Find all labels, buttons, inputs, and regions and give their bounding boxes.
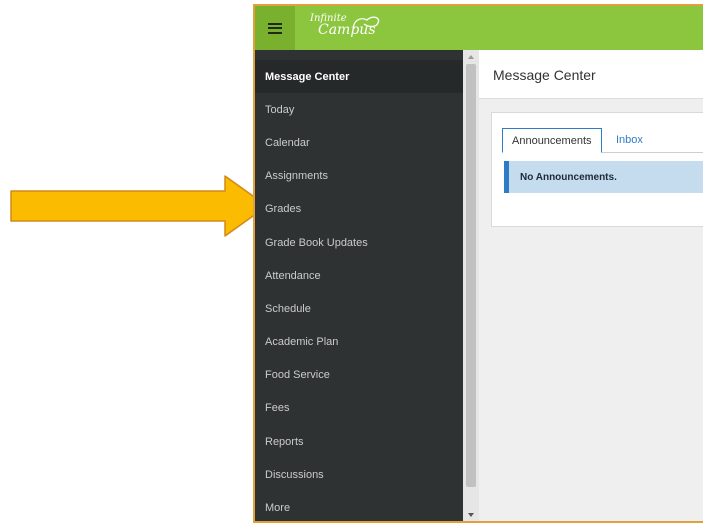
sidebar-item-attendance[interactable]: Attendance xyxy=(255,259,463,292)
sidebar-item-label: Attendance xyxy=(265,269,321,282)
sidebar-item-label: Message Center xyxy=(265,70,350,83)
sidebar-item-label: Food Service xyxy=(265,369,330,382)
menu-toggle-button[interactable] xyxy=(255,6,295,50)
announcements-card: Announcements Inbox No Announcements. xyxy=(491,112,703,227)
sidebar-item-grade-book-updates[interactable]: Grade Book Updates xyxy=(255,226,463,259)
scroll-down-arrow-icon[interactable] xyxy=(468,513,474,517)
sidebar-item-food-service[interactable]: Food Service xyxy=(255,359,463,392)
sidebar-item-calendar[interactable]: Calendar xyxy=(255,126,463,159)
no-announcements-notice: No Announcements. xyxy=(504,161,703,193)
sidebar-item-academic-plan[interactable]: Academic Plan xyxy=(255,326,463,359)
sidebar-item-label: Today xyxy=(265,103,295,116)
sidebar-item-label: Schedule xyxy=(265,302,311,315)
sidebar-item-label: Academic Plan xyxy=(265,336,339,349)
sidebar-nav: Message Center Today Calendar Assignment… xyxy=(255,60,463,521)
sidebar-item-discussions[interactable]: Discussions xyxy=(255,458,463,491)
sidebar-item-grades[interactable]: Grades xyxy=(255,193,463,226)
top-bar: Infinite Campus xyxy=(255,6,703,50)
sidebar-item-label: Discussions xyxy=(265,468,324,481)
logo-swoosh-icon xyxy=(353,16,380,30)
sidebar-item-message-center[interactable]: Message Center xyxy=(255,60,463,94)
sidebar-item-label: Fees xyxy=(265,402,290,415)
scroll-up-arrow-icon[interactable] xyxy=(468,55,474,59)
sidebar-item-today[interactable]: Today xyxy=(255,93,463,126)
annotation-arrow-icon xyxy=(10,175,268,237)
sidebar-item-label: Assignments xyxy=(265,170,328,183)
sidebar-item-reports[interactable]: Reports xyxy=(255,425,463,458)
infinite-campus-logo: Infinite Campus xyxy=(310,14,380,37)
sidebar-item-label: More xyxy=(265,502,291,515)
hamburger-icon xyxy=(268,22,282,34)
main-content: Message Center Announcements Inbox No An… xyxy=(479,50,703,521)
sidebar-item-label: Calendar xyxy=(265,136,310,149)
sidebar-item-more[interactable]: More xyxy=(255,491,463,521)
tab-announcements[interactable]: Announcements xyxy=(502,128,602,153)
sidebar-item-label: Grade Book Updates xyxy=(265,236,368,249)
sidebar-item-label: Reports xyxy=(265,435,304,448)
app-window: Infinite Campus Message Center Today Cal… xyxy=(253,4,703,523)
sidebar: Message Center Today Calendar Assignment… xyxy=(255,50,463,521)
tab-bar: Announcements Inbox xyxy=(502,128,703,153)
sidebar-item-fees[interactable]: Fees xyxy=(255,392,463,425)
sidebar-item-label: Grades xyxy=(265,203,302,216)
scrollbar-thumb[interactable] xyxy=(466,64,476,487)
tab-inbox[interactable]: Inbox xyxy=(607,128,652,152)
sidebar-item-schedule[interactable]: Schedule xyxy=(255,292,463,325)
sidebar-scrollbar[interactable] xyxy=(463,50,479,521)
page-header: Message Center xyxy=(479,50,703,99)
page-title: Message Center xyxy=(493,67,596,83)
sidebar-item-assignments[interactable]: Assignments xyxy=(255,160,463,193)
